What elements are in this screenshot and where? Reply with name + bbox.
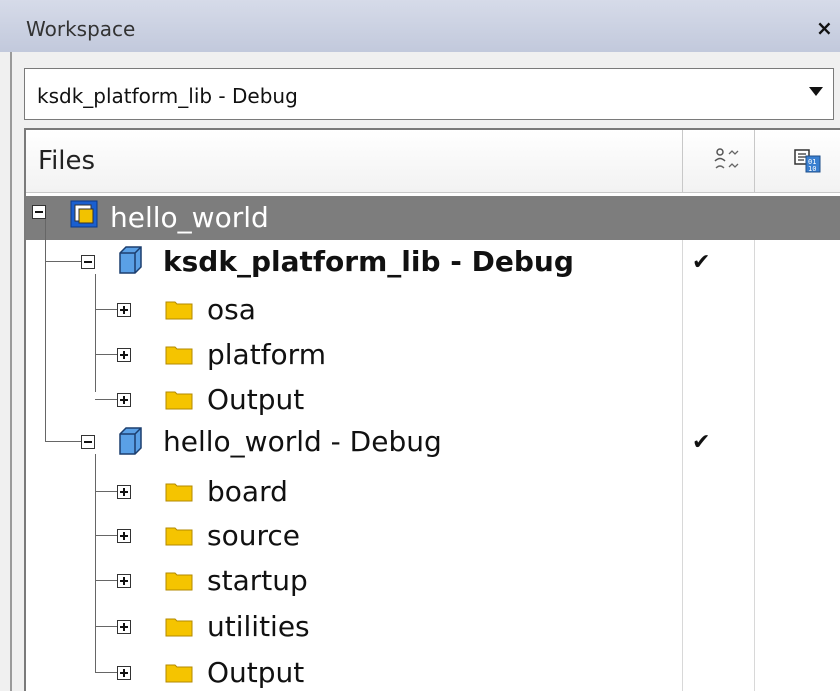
tree-line bbox=[45, 219, 46, 261]
tree-line bbox=[45, 261, 81, 262]
configuration-dropdown[interactable]: ksdk_platform_lib - Debug bbox=[24, 68, 834, 120]
expand-toggle[interactable] bbox=[117, 303, 131, 317]
collapse-toggle[interactable] bbox=[81, 435, 95, 449]
expand-toggle[interactable] bbox=[117, 393, 131, 407]
build-config-icon[interactable]: 01 10 bbox=[793, 146, 823, 176]
tree-line bbox=[45, 441, 81, 442]
files-column-header[interactable]: Files bbox=[38, 145, 95, 177]
folder-icon bbox=[165, 301, 193, 320]
folder-icon bbox=[165, 618, 193, 637]
expand-toggle[interactable] bbox=[117, 620, 131, 634]
tree-item-project[interactable]: ksdk_platform_lib - Debug bbox=[163, 245, 574, 279]
configuration-dropdown-value: ksdk_platform_lib - Debug bbox=[37, 84, 298, 108]
workspace-icon bbox=[70, 200, 98, 228]
svg-text:10: 10 bbox=[808, 165, 816, 173]
chevron-down-icon[interactable] bbox=[809, 87, 823, 96]
tree-item-folder[interactable]: utilities bbox=[207, 610, 310, 644]
folder-icon bbox=[165, 391, 193, 410]
tree-item-folder[interactable]: osa bbox=[207, 293, 256, 327]
panel-border bbox=[10, 52, 12, 691]
tree-item-folder[interactable]: platform bbox=[207, 338, 326, 372]
expand-toggle[interactable] bbox=[117, 348, 131, 362]
close-icon[interactable]: × bbox=[816, 16, 833, 40]
collapse-toggle[interactable] bbox=[81, 255, 95, 269]
workspace-title: Workspace bbox=[26, 17, 136, 41]
tree-line bbox=[95, 309, 117, 310]
tree-item-folder[interactable]: startup bbox=[207, 564, 308, 598]
tree-line bbox=[95, 491, 117, 492]
tree-item-folder[interactable]: Output bbox=[207, 383, 304, 417]
tree-line bbox=[95, 580, 117, 581]
tree-item-folder[interactable]: source bbox=[207, 519, 300, 553]
header-divider bbox=[682, 130, 683, 192]
tree-line bbox=[95, 535, 117, 536]
project-cube-icon bbox=[119, 246, 142, 274]
expand-toggle[interactable] bbox=[117, 529, 131, 543]
tree-line bbox=[45, 261, 46, 441]
folder-icon bbox=[165, 572, 193, 591]
folder-icon bbox=[165, 483, 193, 502]
tree-line bbox=[95, 399, 117, 400]
project-cube-icon bbox=[119, 427, 142, 455]
expand-toggle[interactable] bbox=[117, 574, 131, 588]
workspace-panel: Workspace × ksdk_platform_lib - Debug Fi… bbox=[0, 0, 840, 691]
folder-icon bbox=[165, 664, 193, 683]
folder-icon bbox=[165, 346, 193, 365]
check-icon[interactable]: ✔ bbox=[692, 250, 710, 276]
file-list-header: Files 01 10 bbox=[26, 130, 840, 193]
workspace-title-bar: Workspace × bbox=[0, 0, 840, 52]
expand-toggle[interactable] bbox=[117, 485, 131, 499]
column-divider bbox=[754, 196, 755, 691]
tree-item-project[interactable]: hello_world - Debug bbox=[163, 425, 442, 459]
tree-item-folder[interactable]: board bbox=[207, 475, 288, 509]
collapse-toggle[interactable] bbox=[32, 205, 46, 219]
tree-item-hello-world-root[interactable]: hello_world bbox=[110, 201, 269, 235]
tree-line bbox=[95, 626, 117, 627]
folder-icon bbox=[165, 527, 193, 546]
tree-item-folder[interactable]: Output bbox=[207, 656, 304, 690]
column-divider bbox=[682, 196, 683, 691]
tree-line bbox=[95, 354, 117, 355]
tree-line bbox=[95, 274, 96, 392]
expand-toggle[interactable] bbox=[117, 666, 131, 680]
tree-line bbox=[95, 454, 96, 672]
check-icon[interactable]: ✔ bbox=[692, 430, 710, 456]
options-icon[interactable] bbox=[713, 146, 743, 176]
tree-line bbox=[95, 672, 117, 673]
header-divider bbox=[754, 130, 755, 192]
